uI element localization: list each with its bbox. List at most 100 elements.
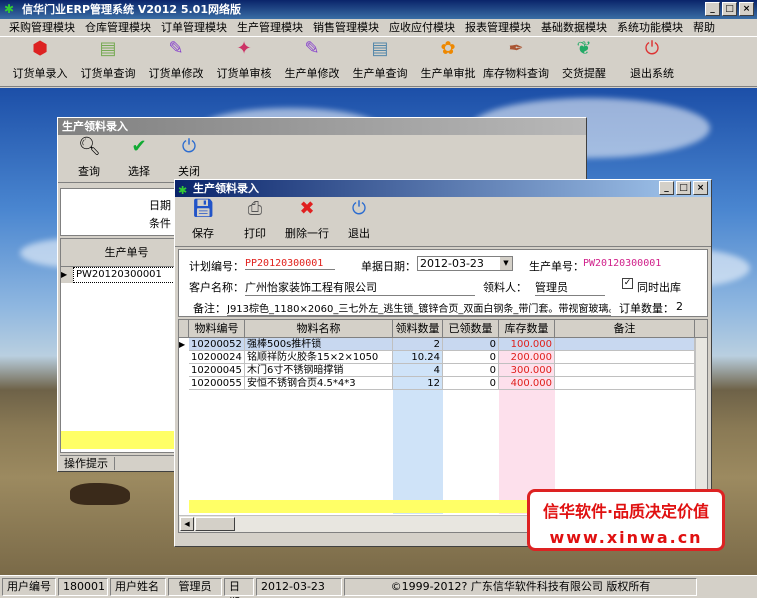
menu-help[interactable]: 帮助 [688,19,720,36]
minimize-button[interactable]: _ [705,2,720,16]
checkmark-icon: ✔ [131,136,147,157]
prod-no-value: PW20120300001 [583,258,662,269]
stamp-icon: ✦ [236,38,252,59]
menu-warehouse[interactable]: 仓库管理模块 [80,19,156,36]
leaf-icon: ❦ [576,38,592,59]
tb-stock-query-button[interactable]: ✒ 库存物料查询 [482,37,550,85]
banner-slogan: 信华软件·品质决定价值 [542,502,710,521]
header-form: 计划编号： PP20120300001 单据日期： 2012-03-23 ▼ 生产… [178,249,708,317]
out-checkbox[interactable]: ✓ [622,278,633,289]
back-select-button[interactable]: ✔ 选择 [114,135,164,183]
back-window-title: 生产领料录入 [58,118,586,135]
menu-bar: 采购管理模块 仓库管理模块 订单管理模块 生产管理模块 销售管理模块 应收应付模… [0,19,757,37]
document-icon: ▤ [99,38,117,59]
prod-no-label: 生产单号： [529,260,584,273]
status-copyright: ©1999-2012? 广东信华软件科技有限公司 版权所有 [344,578,697,596]
front-minimize-button[interactable]: _ [659,181,674,195]
document-icon: ▤ [371,38,389,59]
front-close-button[interactable]: × [693,181,708,195]
menu-purchase[interactable]: 采购管理模块 [4,19,80,36]
menu-system[interactable]: 系统功能模块 [612,19,688,36]
date-dropdown-icon[interactable]: ▼ [500,257,512,270]
back-col-header: 生产单号 [73,239,181,267]
status-user-no-label: 用户编号 [2,578,56,596]
back-close-button[interactable]: ⏻ 关闭 [164,135,214,183]
app-titlebar: ✱ 信华门业ERP管理系统 V2012 5.01网络版 _ □ × [0,0,757,19]
col-name: 物料名称 [245,320,393,338]
delete-row-button[interactable]: ✖ 删除一行 [281,197,333,245]
col-qty: 领料数量 [393,320,443,338]
status-user-name-label: 用户姓名 [110,578,166,596]
col-stock: 库存数量 [499,320,555,338]
back-date-label: 日期 [149,199,171,212]
app-title: 信华门业ERP管理系统 V2012 5.01网络版 [22,3,241,16]
back-row-prod-no[interactable]: PW20120300001 [73,267,181,283]
app-logo-icon: ✱ [4,2,15,16]
receiver-label: 领料人： [483,281,527,294]
doc-date-field[interactable]: 2012-03-23 ▼ [417,256,513,271]
status-user-name: 管理员 [168,578,222,596]
remark-label: 备注： [193,302,226,315]
receiver-field[interactable]: 管理员 [535,279,605,296]
tb-order-entry-button[interactable]: ⬢ 订货单录入 [6,37,74,85]
menu-reports[interactable]: 报表管理模块 [460,19,536,36]
menu-order[interactable]: 订单管理模块 [156,19,232,36]
scroll-thumb[interactable] [195,517,235,531]
main-toolbar: ⬢ 订货单录入 ▤ 订货单查询 ✎ 订货单修改 ✦ 订货单审核 ✎ 生产单修改 ▤ 生产单查… [0,37,757,87]
bison-image [70,483,130,505]
tb-order-audit-button[interactable]: ✦ 订货单审核 [210,37,278,85]
plan-no-field[interactable]: PP20120300001 [245,258,335,270]
save-button[interactable]: 💾︎ 保存 [177,197,229,245]
menu-ar-ap[interactable]: 应收应付模块 [384,19,460,36]
customer-field[interactable]: 广州怡家装饰工程有限公司 [245,279,475,296]
menu-basedata[interactable]: 基础数据模块 [536,19,612,36]
col-done: 已领数量 [443,320,499,338]
promo-banner: 信华软件·品质决定价值 www.xinwa.cn [527,489,725,551]
status-date: 2012-03-23 [256,578,342,596]
out-checkbox-label: 同时出库 [637,281,681,294]
maximize-button[interactable]: □ [722,2,737,16]
back-tip-label: 操作提示 [60,457,115,470]
printer-icon: ⎙ [247,198,263,219]
pen-icon: ✒ [508,38,524,59]
remark-field[interactable]: J913棕色_1180×2060_三七外左_逃生锁_镀锌合页_双面白钢条_带门套… [227,300,611,316]
scroll-left-icon[interactable]: ◀ [180,517,194,531]
window-logo-icon: ✱ [178,184,188,197]
customer-label: 客户名称： [189,281,244,294]
close-button[interactable]: × [739,2,754,16]
col-code: 物料编号 [189,320,245,338]
tb-order-query-button[interactable]: ▤ 订货单查询 [74,37,142,85]
print-button[interactable]: ⎙ 打印 [229,197,281,245]
flower-icon: ✿ [440,38,456,59]
tb-prod-query-button[interactable]: ▤ 生产单查询 [346,37,414,85]
tb-delivery-remind-button[interactable]: ❦ 交货提醒 [550,37,618,85]
menu-production[interactable]: 生产管理模块 [232,19,308,36]
power-icon: ⏻ [181,136,197,157]
tb-prod-edit-button[interactable]: ✎ 生产单修改 [278,37,346,85]
col-note: 备注 [555,320,695,338]
edit-icon: ✎ [304,38,320,59]
qty-value: 2 [676,300,683,313]
tb-prod-approve-button[interactable]: ✿ 生产单审批 [414,37,482,85]
pdf-icon: ⬢ [32,38,48,59]
tb-exit-button[interactable]: ⏻ 退出系统 [618,37,686,85]
status-bar: 用户编号 180001 用户姓名 管理员 日期 2012-03-23 ©1999… [0,575,757,598]
front-window-title: 生产领料录入 [193,182,259,195]
power-icon: ⏻ [351,198,367,219]
status-date-label: 日期 [224,578,254,598]
doc-date-label: 单据日期： [361,260,416,273]
tb-order-edit-button[interactable]: ✎ 订货单修改 [142,37,210,85]
exit-icon: ⏻ [644,38,660,59]
back-query-button[interactable]: 🔍︎ 查询 [64,135,114,183]
menu-sales[interactable]: 销售管理模块 [308,19,384,36]
vertical-scrollbar[interactable] [695,338,707,514]
front-maximize-button[interactable]: □ [676,181,691,195]
status-user-no: 180001 [58,578,108,596]
banner-url: www.xinwa.cn [549,528,703,547]
magnifier-icon: 🔍︎ [78,136,101,157]
row-pointer-icon: ▶ [179,340,186,349]
qty-label: 订单数量： [619,302,674,315]
floppy-icon: 💾︎ [192,198,215,219]
back-condition-label: 条件 [149,217,171,230]
exit-button[interactable]: ⏻ 退出 [333,197,385,245]
